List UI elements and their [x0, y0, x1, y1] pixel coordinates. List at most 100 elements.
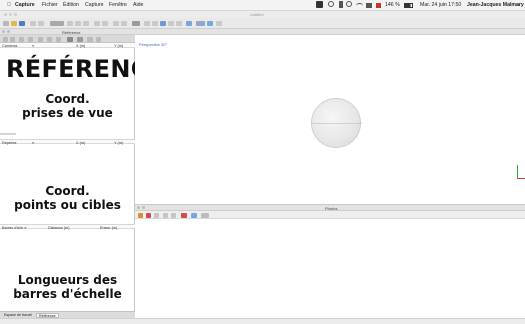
copy-icon[interactable]: [144, 21, 150, 26]
add-icon[interactable]: [216, 21, 222, 26]
scale-icon[interactable]: [121, 21, 127, 26]
more-icon[interactable]: [96, 36, 101, 42]
chart-icon[interactable]: [77, 36, 83, 42]
view-icon[interactable]: [186, 21, 192, 26]
menu-aide[interactable]: Aide: [133, 2, 143, 8]
time-machine-icon[interactable]: [346, 1, 352, 7]
rotate-left-icon[interactable]: [163, 212, 168, 218]
menu-fichier[interactable]: Fichier: [42, 2, 58, 8]
apple-menu-icon[interactable]: : [7, 2, 11, 8]
redo-icon[interactable]: [38, 21, 44, 26]
references-toolbar: [0, 35, 135, 43]
new-icon[interactable]: [3, 21, 9, 26]
photos-minimize-icon[interactable]: [142, 206, 145, 209]
filter-icon[interactable]: [56, 36, 61, 42]
mask-icon[interactable]: [181, 212, 187, 218]
square-icon[interactable]: [67, 21, 73, 26]
bluetooth-icon[interactable]: [339, 1, 343, 8]
rotate-right-icon[interactable]: [171, 212, 176, 218]
display-icon[interactable]: [207, 21, 213, 26]
import-icon[interactable]: [10, 36, 15, 42]
col-x-cameras[interactable]: X (m): [76, 44, 85, 48]
references-panel: Référence Caméras ≡ X (m) Y (m) RÉFÉRENC…: [0, 29, 183, 318]
open-folder-icon[interactable]: [11, 21, 17, 26]
link-icon[interactable]: [47, 36, 52, 42]
viewport-header: [135, 29, 525, 35]
col-barres[interactable]: Barres d'éch ≡: [2, 226, 26, 230]
delete-icon[interactable]: [152, 21, 158, 26]
model-viewport[interactable]: Perspective 30°: [135, 29, 525, 204]
perspective-label[interactable]: Perspective 30°: [139, 42, 167, 47]
user-name[interactable]: Jean-Jacques Malmary: [467, 2, 524, 8]
circle-icon[interactable]: [75, 21, 81, 26]
app-status-icon[interactable]: [316, 1, 323, 8]
target-icon[interactable]: [83, 21, 89, 26]
move-left-icon[interactable]: [168, 21, 174, 26]
col-cameras[interactable]: Caméras: [2, 44, 17, 48]
add-camera-icon[interactable]: [3, 36, 8, 42]
panel-close-icon[interactable]: [2, 30, 5, 33]
col-x-reperes[interactable]: X (m): [76, 141, 85, 145]
flag-icon[interactable]: [376, 3, 381, 8]
camera-icon[interactable]: [160, 21, 166, 26]
grid-icon[interactable]: [132, 21, 140, 26]
menu-capture[interactable]: Capture: [85, 2, 103, 8]
add-photos-icon[interactable]: [138, 212, 143, 218]
minimize-window-icon[interactable]: [9, 13, 12, 16]
marker-icon[interactable]: [94, 21, 100, 26]
menu-bar:  Capture Fichier Édition Capture Fenêtr…: [0, 0, 525, 11]
remove-photo-icon[interactable]: [146, 212, 151, 218]
photo-icon[interactable]: [50, 21, 64, 26]
export-icon[interactable]: [19, 36, 24, 42]
table-icon[interactable]: [67, 36, 73, 42]
col-distance[interactable]: Distance (m): [48, 226, 70, 230]
menu-fenetre[interactable]: Fenêtre: [109, 2, 127, 8]
settings-icon[interactable]: [28, 36, 33, 42]
photos-close-icon[interactable]: [137, 206, 140, 209]
zoom-window-icon[interactable]: [14, 13, 17, 16]
grid-view-icon[interactable]: [191, 212, 197, 218]
window-title: Untitled: [250, 12, 264, 17]
cross-icon[interactable]: [113, 21, 119, 26]
col-sort-reperes[interactable]: ≡: [32, 141, 34, 145]
battery-icon[interactable]: [404, 3, 413, 8]
spotlight-search-icon[interactable]: ⌕: [517, 2, 520, 9]
col-y-reperes[interactable]: Y (m): [114, 141, 123, 145]
barres-table-header: Barres d'éch ≡ Distance (m) Erreur (m): [0, 224, 135, 230]
cameras-table-header: Caméras ≡ X (m) Y (m): [0, 43, 135, 48]
save-icon[interactable]: [19, 21, 25, 26]
edit-icon[interactable]: [38, 36, 43, 42]
view-options-icon[interactable]: [201, 212, 209, 218]
volume-icon[interactable]: [366, 3, 372, 8]
cameras-label: Coord. prises de vue: [22, 92, 113, 120]
undo-icon[interactable]: [30, 21, 36, 26]
navigation-sphere[interactable]: [311, 98, 362, 148]
sync-icon[interactable]: [328, 1, 334, 7]
status-bar: [0, 318, 525, 324]
axis-y-icon: [517, 165, 518, 179]
app-menu[interactable]: Capture: [15, 2, 35, 8]
cameras-scroll-indicator[interactable]: [0, 133, 16, 135]
col-reperes[interactable]: Repères: [2, 141, 16, 145]
col-erreur[interactable]: Erreur (m): [100, 226, 117, 230]
main-toolbar: [0, 18, 525, 29]
clock[interactable]: Mar. 24 juin 17:50: [420, 2, 461, 8]
axis-x-icon: [517, 178, 525, 179]
barres-label: Longueurs des barres d'échelle: [13, 273, 122, 301]
close-photo-icon[interactable]: [154, 212, 159, 218]
panel-minimize-icon[interactable]: [7, 30, 10, 33]
wifi-icon[interactable]: [356, 3, 363, 8]
panel-tabs: Espace de travail Référence: [0, 311, 135, 318]
list-icon[interactable]: [87, 36, 93, 42]
close-window-icon[interactable]: [4, 13, 7, 16]
measure-icon[interactable]: [102, 21, 108, 26]
render-icon[interactable]: [196, 21, 205, 26]
col-sort-cameras[interactable]: ≡: [32, 44, 34, 48]
reperes-table-header: Repères ≡ X (m) Y (m): [0, 139, 135, 145]
reperes-label: Coord. points ou cibles: [14, 184, 121, 212]
move-right-icon[interactable]: [176, 21, 182, 26]
col-y-cameras[interactable]: Y (m): [114, 44, 123, 48]
menu-edition[interactable]: Édition: [63, 2, 79, 8]
photos-panel: Photos: [135, 204, 525, 318]
battery-percent: 146 %: [385, 2, 400, 8]
